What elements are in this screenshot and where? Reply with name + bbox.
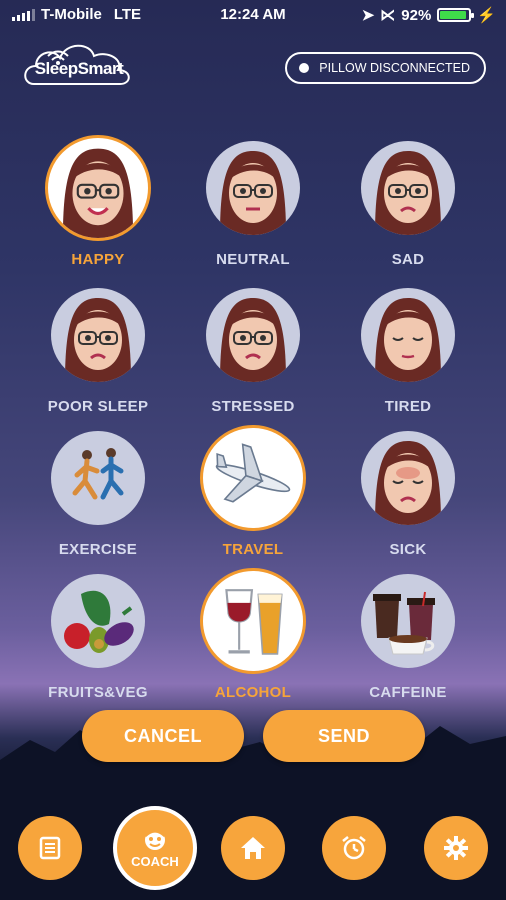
mood-option[interactable]: SICK [333,431,483,558]
battery-icon [437,8,475,22]
coach-label: COACH [131,853,179,869]
sleepsmart-logo: SleepSmart [20,34,138,86]
status-bar: T-Mobile LTE 12:24 AM ➤ ⋉ 92% ⚡ [0,0,506,30]
mood-label: CAFFEINE [369,684,447,701]
status-dot-icon [299,63,310,73]
mood-option[interactable]: TRAVEL [178,425,328,558]
battery-percent: 92% [401,6,432,24]
mood-option[interactable]: POOR SLEEP [23,288,173,415]
alarm-button[interactable] [322,816,386,880]
mood-label: SAD [391,251,425,268]
mood-label: NEUTRAL [216,251,290,268]
bluetooth-icon: ⋉ [380,7,396,24]
stressed-face-icon [206,288,300,382]
send-button[interactable]: SEND [263,710,425,762]
mood-label: EXERCISE [58,541,138,558]
coach-icon [143,829,167,850]
charging-icon: ⚡ [477,7,496,24]
coffee-cups-icon [361,574,455,668]
mood-label: POOR SLEEP [47,398,149,415]
home-icon [241,837,265,859]
mood-option[interactable]: NEUTRAL [178,141,328,268]
settings-button[interactable] [424,816,488,880]
cancel-button[interactable]: CANCEL [82,710,244,762]
airplane-icon [200,425,306,531]
home-button[interactable] [221,816,285,880]
mood-option[interactable]: SAD [333,141,483,268]
runners-icon [51,431,145,525]
tired-face-icon [361,288,455,382]
mood-option[interactable]: FRUITS&VEG [23,574,173,701]
logo-text: SleepSmart [34,59,124,78]
bottom-nav: COACH [0,800,506,900]
sick-face-icon [361,431,455,525]
gear-icon [444,836,468,860]
mood-option[interactable]: EXERCISE [23,431,173,558]
mood-option[interactable]: ALCOHOL [178,568,328,701]
wine-beer-icon [200,568,306,674]
mood-label: HAPPY [71,251,125,268]
mood-option[interactable]: TIRED [333,288,483,415]
mood-label: SICK [389,541,427,558]
mood-option[interactable]: CAFFEINE [333,574,483,701]
happy-face-icon [45,135,151,241]
mood-option[interactable]: STRESSED [178,288,328,415]
coach-button[interactable]: COACH [113,806,197,890]
mood-label: TIRED [384,398,432,415]
journal-button[interactable] [18,816,82,880]
neutral-face-icon [206,141,300,235]
mood-option[interactable]: HAPPY [23,135,173,268]
pillow-status-label: PILLOW DISCONNECTED [319,61,470,75]
location-icon: ➤ [361,7,375,24]
alarm-icon [342,836,366,860]
mood-label: ALCOHOL [214,684,292,701]
sad-face-icon [361,141,455,235]
fruits-veg-icon [51,574,145,668]
mood-label: TRAVEL [222,541,284,558]
mood-label: FRUITS&VEG [48,684,148,701]
poor-sleep-face-icon [51,288,145,382]
mood-label: STRESSED [211,398,295,415]
pillow-status-button[interactable]: PILLOW DISCONNECTED [285,52,486,84]
journal-icon [39,836,61,860]
